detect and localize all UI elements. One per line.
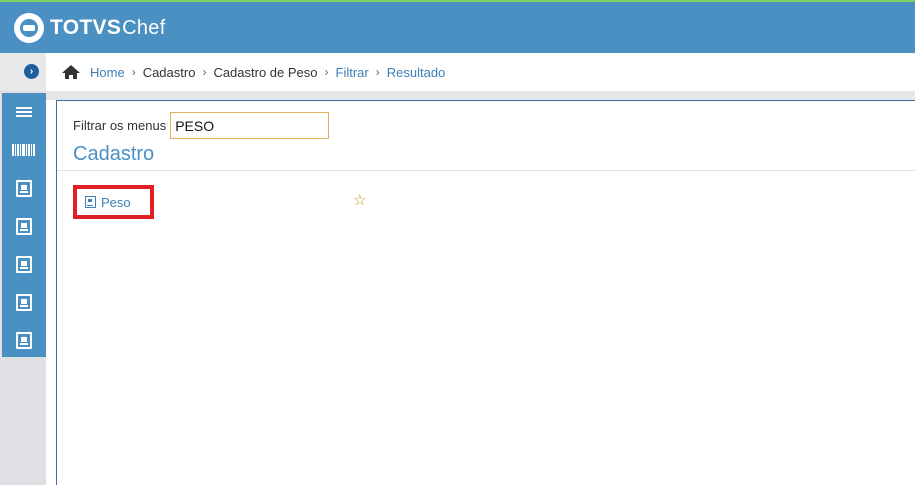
home-icon[interactable] <box>62 65 80 79</box>
document-icon <box>16 255 32 273</box>
favorite-star-icon[interactable]: ☆ <box>353 191 366 209</box>
document-icon <box>16 179 32 197</box>
header-bar: TOTVSChef <box>0 0 915 53</box>
section-divider <box>57 170 915 171</box>
hamburger-menu-icon <box>16 105 32 119</box>
sidebar-item-1[interactable] <box>2 169 46 207</box>
sidebar <box>2 93 46 357</box>
filter-label: Filtrar os menus <box>73 118 167 133</box>
sidebar-barcode-button[interactable] <box>2 131 46 169</box>
breadcrumb-separator: › <box>375 65 380 79</box>
breadcrumb-resultado[interactable]: Resultado <box>387 65 446 80</box>
totvs-logo-icon <box>14 13 44 43</box>
breadcrumb-separator: › <box>131 65 136 79</box>
breadcrumb: Home › Cadastro › Cadastro de Peso › Fil… <box>46 53 915 91</box>
content-panel: Filtrar os menus Cadastro Peso ☆ <box>56 100 915 485</box>
expand-sidebar-icon[interactable]: › <box>24 64 39 79</box>
sidebar-item-4[interactable] <box>2 283 46 321</box>
breadcrumb-separator: › <box>324 65 329 79</box>
section-title: Cadastro <box>73 143 155 165</box>
document-icon <box>85 196 96 208</box>
breadcrumb-separator: › <box>202 65 207 79</box>
totvs-chef-logo[interactable]: TOTVSChef <box>14 13 166 43</box>
sidebar-item-2[interactable] <box>2 207 46 245</box>
menu-filter: Filtrar os menus <box>73 112 330 139</box>
brand-name: TOTVS <box>50 16 122 39</box>
barcode-icon <box>12 144 36 156</box>
sidebar-menu-button[interactable] <box>2 93 46 131</box>
breadcrumb-home[interactable]: Home <box>90 65 125 80</box>
breadcrumb-cadastro[interactable]: Cadastro <box>143 65 196 80</box>
product-name: Chef <box>122 17 166 39</box>
menu-item-peso[interactable]: Peso <box>73 185 154 219</box>
document-icon <box>16 217 32 235</box>
menu-item-label: Peso <box>101 194 131 210</box>
content-gap <box>46 91 915 100</box>
sidebar-toggle-area: › <box>0 53 46 91</box>
sidebar-item-3[interactable] <box>2 245 46 283</box>
app-window: TOTVSChef › Home › Cadastro › Cadastro d… <box>0 0 915 485</box>
document-icon <box>16 293 32 311</box>
breadcrumb-cadastro-de-peso[interactable]: Cadastro de Peso <box>213 65 317 80</box>
sidebar-item-5[interactable] <box>2 321 46 359</box>
breadcrumb-filtrar[interactable]: Filtrar <box>336 65 369 80</box>
filter-menus-input[interactable] <box>170 112 330 139</box>
document-icon <box>16 331 32 349</box>
